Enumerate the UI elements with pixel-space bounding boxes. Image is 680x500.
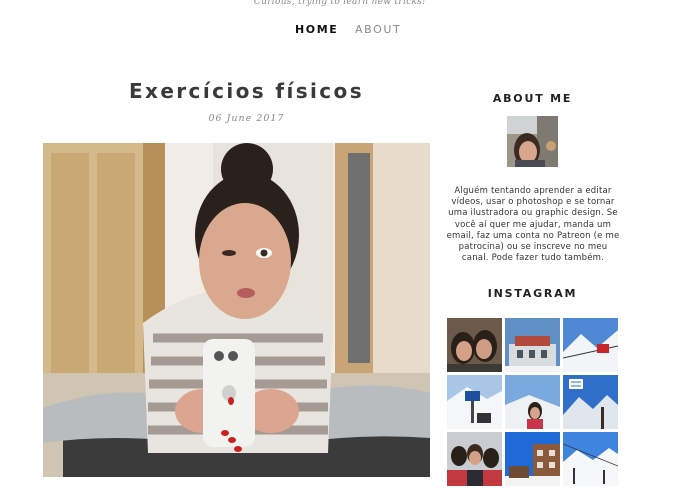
instagram-photo[interactable] bbox=[447, 375, 502, 429]
instagram-photo[interactable] bbox=[563, 318, 618, 372]
about-me-heading: ABOUT ME bbox=[492, 92, 573, 105]
avatar[interactable] bbox=[507, 116, 558, 167]
about-me-text: Alguém tentando aprender a editar vídeos… bbox=[446, 186, 620, 264]
post-image[interactable] bbox=[43, 143, 430, 477]
instagram-photo[interactable] bbox=[447, 318, 502, 372]
instagram-photo[interactable] bbox=[505, 375, 560, 429]
instagram-photo[interactable] bbox=[563, 432, 618, 486]
post-title[interactable]: Exercícios físicos bbox=[43, 79, 450, 103]
instagram-grid bbox=[447, 318, 619, 486]
instagram-heading: INSTAGRAM bbox=[487, 287, 578, 300]
avatar-photo bbox=[507, 116, 558, 167]
instagram-photo[interactable] bbox=[447, 432, 502, 486]
instagram-photo[interactable] bbox=[505, 318, 560, 372]
post-date: 06 June 2017 bbox=[208, 113, 285, 124]
nav-home-link[interactable]: HOME bbox=[295, 23, 338, 36]
instagram-photo[interactable] bbox=[563, 375, 618, 429]
main-nav: HOME ABOUT bbox=[0, 23, 680, 39]
nav-about-link[interactable]: ABOUT bbox=[355, 23, 401, 36]
post-photo bbox=[43, 143, 430, 477]
site-tagline: Curious, trying to learn new tricks! bbox=[253, 0, 427, 7]
instagram-photo[interactable] bbox=[505, 432, 560, 486]
